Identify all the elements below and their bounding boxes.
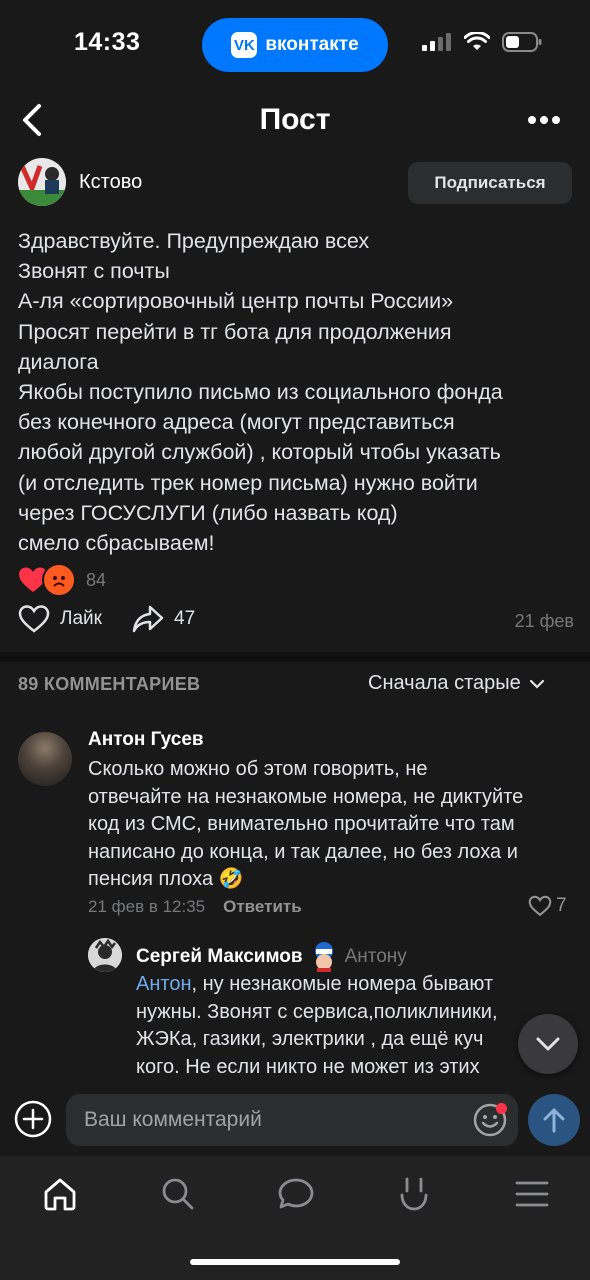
comment-author[interactable]: Антон Гусев: [88, 729, 204, 751]
sort-dropdown[interactable]: Сначала старые: [368, 672, 545, 695]
post-text-line: Якобы поступило письмо из социального фо…: [18, 380, 503, 405]
tab-menu[interactable]: [510, 1172, 554, 1216]
post-text-line: любой другой службой) , который чтобы ук…: [18, 440, 501, 465]
avatar[interactable]: [18, 732, 72, 786]
share-count: 47: [174, 608, 196, 629]
section-divider: [0, 652, 590, 662]
home-icon: [44, 1178, 76, 1211]
comment-text: Сколько можно об этом говорить, не отвеч…: [88, 756, 578, 894]
chevron-down-icon: [536, 1037, 560, 1051]
post-text-line: смело сбрасываем!: [18, 531, 215, 556]
comment-text-line: отвечайте на незнакомые номера, не дикту…: [88, 785, 524, 808]
tab-messages[interactable]: [274, 1172, 318, 1216]
subscribe-button[interactable]: Подписаться: [408, 162, 572, 204]
group-avatar-image: [18, 158, 66, 206]
comment-text-line: Антон, ну незнакомые номера бывают: [136, 971, 590, 999]
post-date: 21 фев: [514, 611, 574, 631]
comment-text: Антон, ну незнакомые номера бывают нужны…: [136, 971, 590, 1081]
clips-icon: [400, 1177, 428, 1211]
app-pill-label: вконтакте: [265, 34, 359, 55]
post-text-line: без конечного адреса (могут представитьс…: [18, 410, 455, 435]
vk-logo-icon: VK: [231, 32, 258, 58]
home-indicator: [190, 1259, 400, 1265]
avatar[interactable]: [88, 938, 122, 972]
group-name[interactable]: Кстово: [79, 171, 142, 194]
status-icons: [422, 32, 542, 52]
post-text-line: А-ля «сортировочный центр почты России»: [18, 289, 454, 314]
share-icon: [132, 605, 164, 633]
comment-text-line: пенсия плоха 🤣: [88, 868, 244, 890]
send-button[interactable]: [528, 1094, 580, 1146]
comment-text-line: нужны. Звонят с сервиса,поликлиники,: [136, 1000, 498, 1023]
more-icon[interactable]: [526, 108, 562, 132]
reply-to-label[interactable]: Антону: [345, 946, 407, 968]
messages-icon: [278, 1178, 314, 1209]
comment-input[interactable]: [66, 1094, 518, 1146]
status-time: 14:33: [74, 28, 141, 56]
post-text-line: через ГОСУСЛУГИ (либо назвать код): [18, 500, 398, 525]
page-title: Пост: [259, 103, 331, 136]
tab-home[interactable]: [38, 1172, 82, 1216]
scroll-down-button[interactable]: [518, 1014, 578, 1074]
comment-meta: 21 фев в 12:35 Ответить: [88, 897, 302, 917]
sort-label: Сначала старые: [368, 672, 521, 694]
comment-author[interactable]: Сергей Максимов: [136, 946, 303, 968]
post-text-line: (и отследить трек номер письма) нужно во…: [18, 470, 478, 495]
comment-like-button[interactable]: 7: [528, 895, 567, 917]
comment-text-fragment: , ну незнакомые номера бывают: [191, 973, 494, 995]
angry-reaction-icon: [42, 563, 76, 597]
tab-clips[interactable]: [392, 1172, 436, 1216]
post-text-line: Просят перейти в тг бота для продолжения: [18, 319, 452, 344]
like-button[interactable]: Лайк: [18, 604, 102, 634]
menu-icon: [515, 1181, 549, 1207]
comment-text-line: написано до конца, и так далее, но без л…: [88, 840, 518, 863]
share-button[interactable]: 47: [132, 604, 195, 634]
chevron-down-icon: [529, 679, 544, 689]
comments-count: 89 КОММЕНТАРИЕВ: [18, 674, 201, 694]
heart-outline-icon: [528, 895, 552, 917]
like-label: Лайк: [60, 608, 102, 629]
search-icon: [162, 1178, 194, 1210]
battery-icon: [502, 32, 542, 52]
signal-icon: [422, 33, 451, 51]
sticker-icon: [314, 942, 333, 972]
add-attachment-icon[interactable]: [14, 1100, 52, 1138]
post-text-line: Здравствуйте. Предупреждаю всех: [18, 229, 370, 253]
arrow-up-icon: [543, 1108, 565, 1133]
reply-button[interactable]: Ответить: [223, 897, 302, 917]
comment-text-line: Сколько можно об этом говорить, не: [88, 758, 428, 780]
post-text-line: диалога: [18, 349, 99, 374]
reactions-count: 84: [86, 569, 107, 590]
tab-search[interactable]: [156, 1172, 200, 1216]
notification-dot: [496, 1103, 507, 1114]
wifi-icon: [464, 32, 490, 50]
mention-link[interactable]: Антон: [136, 973, 192, 995]
heart-outline-icon: [18, 605, 50, 633]
comment-text-line: код из СМС, внимательно прочитайте что т…: [88, 813, 515, 835]
comment-like-count: 7: [556, 895, 567, 916]
avatar-image: [88, 938, 122, 972]
comment-author-row: Сергей Максимов Антону: [136, 942, 407, 972]
post-text: Здравствуйте. Предупреждаю всех Звонят с…: [18, 226, 578, 558]
group-avatar[interactable]: [18, 158, 66, 206]
post-text-line: Звонят с почты: [18, 259, 170, 284]
comment-date: 21 фев в 12:35: [88, 897, 206, 916]
app-pill[interactable]: VK вконтакте: [202, 18, 388, 72]
reactions-summary[interactable]: 84: [18, 563, 106, 597]
